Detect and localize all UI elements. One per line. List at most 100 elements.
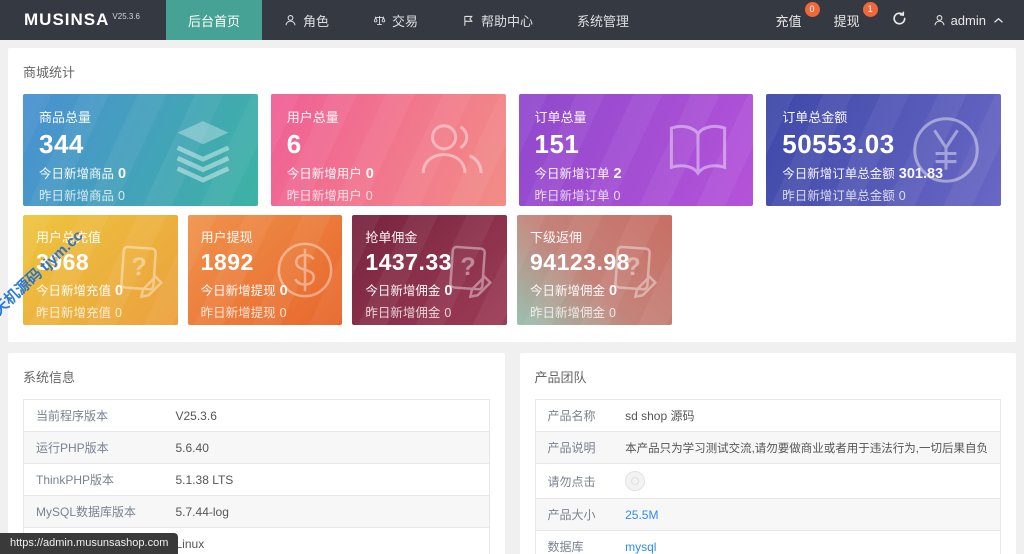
stats-section-title: 商城统计 xyxy=(23,62,1001,81)
row-label: 当前程序版本 xyxy=(24,400,164,432)
product-team-title: 产品团队 xyxy=(535,367,1002,386)
stat-card: 用户总量6今日新增用户0昨日新增用户0 xyxy=(271,94,506,206)
row-value: 25.5M xyxy=(613,499,1000,531)
user-icon xyxy=(284,14,297,27)
logo-text: MUSINSA xyxy=(24,10,109,30)
row-label: ThinkPHP版本 xyxy=(24,464,164,496)
card-yesterday: 昨日新增用户0 xyxy=(287,185,490,204)
system-info-table: 当前程序版本V25.3.6运行PHP版本5.6.40ThinkPHP版本5.1.… xyxy=(23,399,490,554)
row-label: 运行PHP版本 xyxy=(24,432,164,464)
row-label: 数据库 xyxy=(535,531,613,554)
stat-card: 订单总量151今日新增订单2昨日新增订单0 xyxy=(519,94,754,206)
table-row: ThinkPHP版本5.1.38 LTS xyxy=(24,464,490,496)
nav-item-label: 后台首页 xyxy=(188,11,240,30)
doc-icon: ? xyxy=(439,239,501,301)
main-content: 商城统计 商品总量344今日新增商品0昨日新增商品0用户总量6今日新增用户0昨日… xyxy=(0,40,1024,554)
logo-version: V25.3.6 xyxy=(112,12,140,21)
yen-icon xyxy=(909,113,983,187)
stats-panel: 商城统计 商品总量344今日新增商品0昨日新增商品0用户总量6今日新增用户0昨日… xyxy=(8,48,1016,342)
system-info-panel: 系统信息 当前程序版本V25.3.6运行PHP版本5.6.40ThinkPHP版… xyxy=(8,353,505,554)
stat-card: 用户提现1892今日新增提现0昨日新增提现0 xyxy=(188,215,343,325)
row-value: 5.7.44-log xyxy=(164,496,490,528)
row-value: mysql xyxy=(613,531,1000,554)
table-row: 产品名称sd shop 源码 xyxy=(535,400,1001,432)
table-row: 产品说明本产品只为学习测试交流,请勿要做商业或者用于违法行为,一切后果自负 xyxy=(535,432,1001,464)
row-label: 请勿点击 xyxy=(535,464,613,499)
product-team-table: 产品名称sd shop 源码产品说明本产品只为学习测试交流,请勿要做商业或者用于… xyxy=(535,399,1002,554)
product-team-panel: 产品团队 产品名称sd shop 源码产品说明本产品只为学习测试交流,请勿要做商… xyxy=(520,353,1017,554)
stats-row-2: 用户总充值3968今日新增充值0昨日新增充值0?用户提现1892今日新增提现0昨… xyxy=(23,215,1001,325)
card-yesterday: 昨日新增商品0 xyxy=(39,185,242,204)
svg-text:?: ? xyxy=(460,253,475,281)
do-not-click-icon[interactable] xyxy=(625,471,645,491)
user-icon xyxy=(933,14,946,27)
card-yesterday: 昨日新增提现0 xyxy=(201,302,330,321)
nav-item-1[interactable]: 角色 xyxy=(262,0,351,40)
stat-card: 抢单佣金1437.33今日新增佣金0昨日新增佣金0? xyxy=(352,215,507,325)
table-row: 当前程序版本V25.3.6 xyxy=(24,400,490,432)
row-value: 5.6.40 xyxy=(164,432,490,464)
table-row: 请勿点击 xyxy=(535,464,1001,499)
navbar: MUSINSA V25.3.6 后台首页 角色 交易 帮助中心 系统管理 充值 0 提现… xyxy=(0,0,1024,40)
system-info-title: 系统信息 xyxy=(23,367,490,386)
recharge-badge: 0 xyxy=(805,2,820,17)
chevron-up-icon xyxy=(993,17,1004,24)
row-label: 产品名称 xyxy=(535,400,613,432)
flag-icon xyxy=(462,14,475,27)
stat-card: 下级返佣94123.98今日新增佣金0昨日新增佣金0? xyxy=(517,215,672,325)
row-value: sd shop 源码 xyxy=(613,400,1000,432)
stats-row-1: 商品总量344今日新增商品0昨日新增商品0用户总量6今日新增用户0昨日新增用户0… xyxy=(23,94,1001,206)
nav-item-label: 交易 xyxy=(392,11,418,30)
withdraw-label: 提现 xyxy=(834,14,860,29)
user-menu[interactable]: admin xyxy=(933,13,1004,28)
card-yesterday: 昨日新增订单0 xyxy=(535,185,738,204)
user-name: admin xyxy=(951,13,986,28)
navbar-right: 充值 0 提现 1 admin xyxy=(776,0,1024,40)
svg-text:?: ? xyxy=(131,253,146,281)
card-yesterday: 昨日新增充值0 xyxy=(36,302,165,321)
doc-icon: ? xyxy=(110,239,172,301)
svg-text:?: ? xyxy=(625,253,640,281)
card-yesterday: 昨日新增佣金0 xyxy=(530,302,659,321)
value-link[interactable]: 25.5M xyxy=(625,508,658,522)
withdraw-button[interactable]: 提现 1 xyxy=(834,11,866,30)
row-label: 产品说明 xyxy=(535,432,613,464)
card-yesterday: 昨日新增佣金0 xyxy=(365,302,494,321)
row-value: 5.1.38 LTS xyxy=(164,464,490,496)
doc-icon: ? xyxy=(604,239,666,301)
withdraw-badge: 1 xyxy=(863,2,878,17)
row-value xyxy=(613,464,1000,499)
stat-card: 商品总量344今日新增商品0昨日新增商品0 xyxy=(23,94,258,206)
book-icon xyxy=(661,113,735,187)
table-row: MySQL数据库版本5.7.44-log xyxy=(24,496,490,528)
nav-item-4[interactable]: 系统管理 xyxy=(555,0,651,40)
refresh-icon xyxy=(892,11,907,29)
layers-icon xyxy=(166,113,240,187)
row-value: Linux xyxy=(164,528,490,554)
row-value: 本产品只为学习测试交流,请勿要做商业或者用于违法行为,一切后果自负 xyxy=(613,432,1000,464)
recharge-label: 充值 xyxy=(776,14,802,29)
users-icon xyxy=(414,113,488,187)
refresh-button[interactable] xyxy=(892,11,907,29)
table-row: 产品大小25.5M xyxy=(535,499,1001,531)
main-nav: 后台首页 角色 交易 帮助中心 系统管理 xyxy=(166,0,651,40)
table-row: 运行PHP版本5.6.40 xyxy=(24,432,490,464)
status-url: https://admin.musunsashop.com xyxy=(0,533,178,554)
table-row: 数据库 mysql xyxy=(535,531,1001,554)
row-label: MySQL数据库版本 xyxy=(24,496,164,528)
recharge-button[interactable]: 充值 0 xyxy=(776,11,808,30)
nav-item-label: 帮助中心 xyxy=(481,11,533,30)
nav-item-3[interactable]: 帮助中心 xyxy=(440,0,555,40)
row-value: V25.3.6 xyxy=(164,400,490,432)
nav-item-label: 系统管理 xyxy=(577,11,629,30)
nav-item-label: 角色 xyxy=(303,11,329,30)
stat-card: 订单总金额50553.03今日新增订单总金额301.83昨日新增订单总金额0 xyxy=(766,94,1001,206)
nav-item-2[interactable]: 交易 xyxy=(351,0,440,40)
value-link[interactable]: mysql xyxy=(625,540,656,554)
bottom-panels: 系统信息 当前程序版本V25.3.6运行PHP版本5.6.40ThinkPHP版… xyxy=(8,353,1016,554)
logo[interactable]: MUSINSA V25.3.6 xyxy=(0,0,166,40)
nav-item-0[interactable]: 后台首页 xyxy=(166,0,262,40)
card-yesterday: 昨日新增订单总金额0 xyxy=(782,185,985,204)
scale-icon xyxy=(373,14,386,27)
dollar-icon xyxy=(274,239,336,301)
